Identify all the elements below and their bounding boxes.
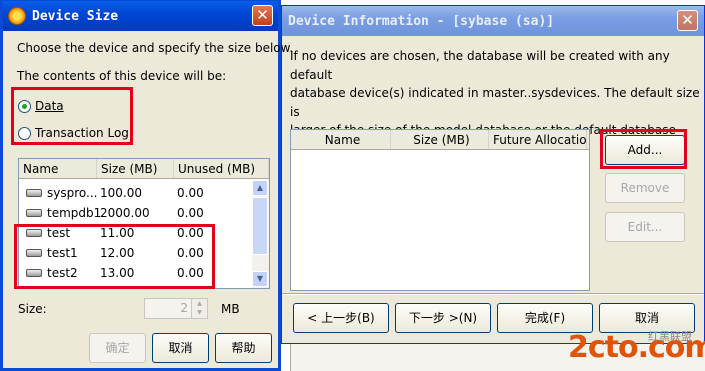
ok-button[interactable]: 确定	[89, 333, 146, 363]
cancel-button[interactable]: 取消	[152, 333, 209, 363]
back-button[interactable]: < 上一步(B)	[293, 303, 389, 333]
column-header-name[interactable]: Name	[19, 159, 97, 178]
selected-devices-list[interactable]: Name Size (MB) Future Allocatio...	[290, 129, 590, 291]
description-line: If no devices are chosen, the database w…	[290, 49, 670, 82]
description-line: database device(s) indicated in master..…	[290, 86, 700, 119]
spin-down-icon[interactable]: ▼	[192, 308, 207, 317]
device-size-titlebar: Device Size ✕	[3, 1, 278, 31]
watermark-logo: 2cto.com 红黑联盟	[568, 324, 705, 368]
remove-button[interactable]: Remove	[605, 173, 685, 203]
contents-label: The contents of this device will be:	[17, 69, 227, 83]
device-list-header: Name Size (MB) Unused (MB)	[19, 159, 269, 179]
column-header-unused[interactable]: Unused (MB)	[174, 159, 269, 178]
device-size: 2000.00	[100, 206, 150, 220]
next-button[interactable]: 下一步 >(N)	[395, 303, 491, 333]
size-label: Size:	[18, 302, 47, 316]
device-information-close-button[interactable]: ✕	[677, 10, 698, 31]
device-size-close-button[interactable]: ✕	[252, 5, 273, 26]
spin-up-icon[interactable]: ▲	[192, 299, 207, 308]
column-header-size[interactable]: Size (MB)	[391, 130, 489, 149]
device-row[interactable]: syspro... 100.00 0.00	[19, 183, 251, 203]
device-icon	[26, 189, 42, 197]
device-list-scrollbar[interactable]: ▲ ▼	[252, 180, 269, 288]
device-size-instruction: Choose the device and specify the size b…	[17, 41, 294, 55]
scroll-down-icon[interactable]: ▼	[252, 271, 268, 287]
help-button[interactable]: 帮助	[215, 333, 272, 363]
watermark-subtext: 红黑联盟	[648, 330, 692, 343]
size-spinner[interactable]: ▲ ▼	[191, 299, 207, 318]
device-size-title: Device Size	[32, 8, 119, 24]
device-row[interactable]: tempdb1 2000.00 0.00	[19, 203, 251, 223]
sybase-icon	[8, 7, 26, 25]
selected-devices-header: Name Size (MB) Future Allocatio...	[291, 130, 589, 150]
device-type-highlight	[11, 87, 133, 145]
edit-button[interactable]: Edit...	[605, 212, 685, 242]
device-information-title: Device Information - [sybase (sa)]	[288, 13, 555, 29]
device-name: syspro...	[47, 186, 98, 200]
scroll-thumb[interactable]	[252, 197, 268, 255]
device-icon	[26, 209, 42, 217]
add-button-highlight	[600, 129, 687, 169]
scroll-up-icon[interactable]: ▲	[252, 180, 268, 196]
size-value: 2	[180, 301, 188, 315]
footer-divider	[282, 293, 704, 295]
test-devices-highlight	[14, 224, 215, 289]
device-unused: 0.00	[177, 206, 204, 220]
device-information-dialog: Device Information - [sybase (sa)] ✕ If …	[281, 5, 705, 344]
device-name: tempdb1	[47, 206, 102, 220]
column-header-name[interactable]: Name	[291, 130, 391, 149]
size-stepper[interactable]: 2 ▲ ▼	[144, 298, 208, 319]
size-unit-label: MB	[221, 302, 240, 316]
device-size: 100.00	[100, 186, 142, 200]
column-header-size[interactable]: Size (MB)	[97, 159, 174, 178]
column-header-future-allocation[interactable]: Future Allocatio...	[489, 130, 587, 149]
device-size-dialog: Device Size ✕ Choose the device and spec…	[0, 0, 293, 371]
device-unused: 0.00	[177, 186, 204, 200]
device-information-titlebar: Device Information - [sybase (sa)] ✕	[282, 6, 704, 36]
